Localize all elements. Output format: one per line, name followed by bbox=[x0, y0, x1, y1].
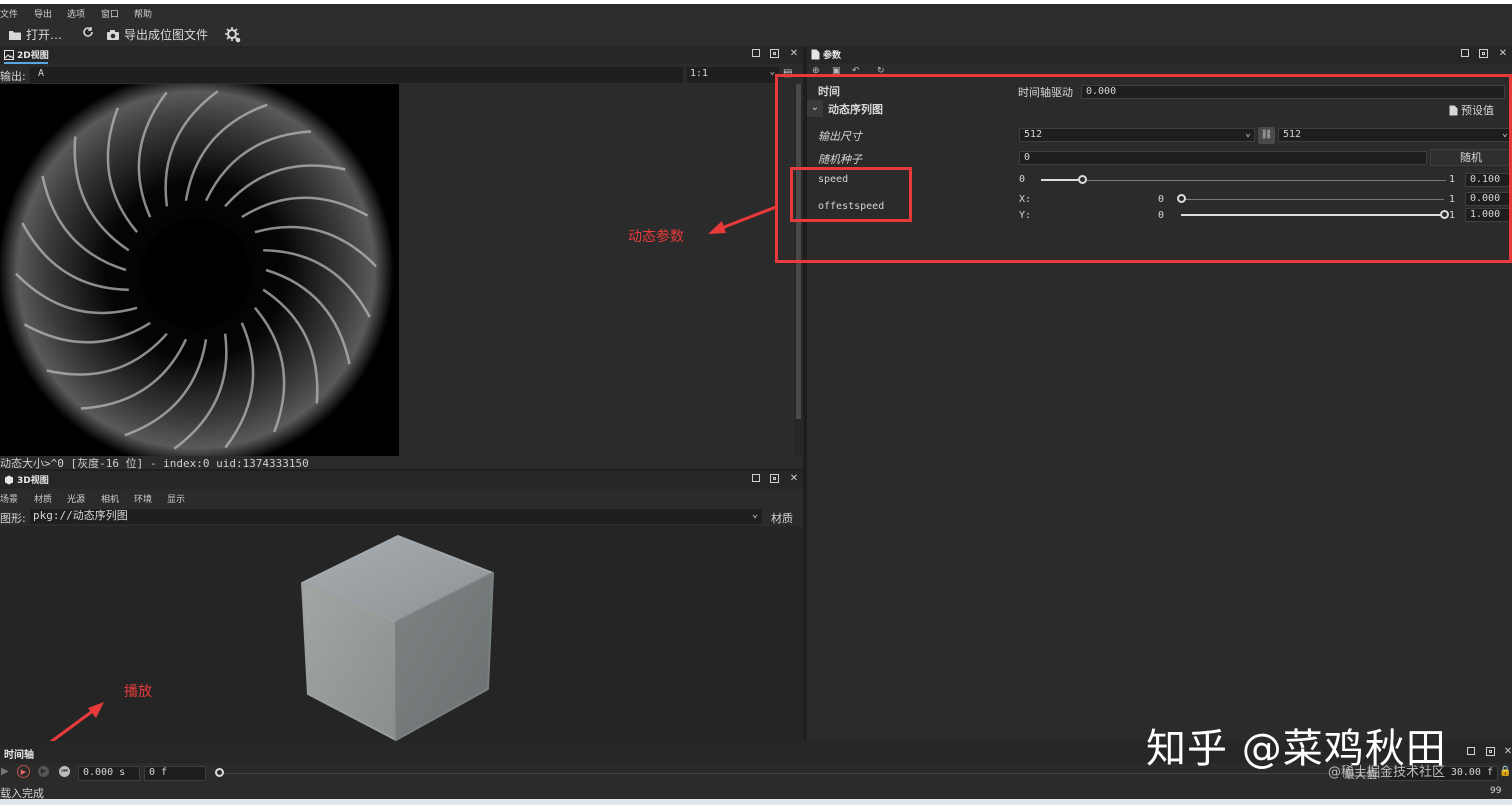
timeline-float-button[interactable] bbox=[1465, 746, 1477, 758]
panel-3d-title[interactable]: 3D视图 bbox=[4, 473, 49, 486]
record-play-icon[interactable]: ▶ bbox=[17, 765, 30, 778]
swirl-texture-image bbox=[0, 84, 399, 456]
panel-3d-maximize-button[interactable] bbox=[768, 473, 780, 485]
status-right: 99 bbox=[1490, 786, 1502, 796]
timeline-close-button[interactable]: ✕ bbox=[1502, 746, 1512, 758]
view3d-tabs: 场景 材质 光源 相机 环境 显示 bbox=[0, 489, 803, 507]
statusbar: 载入完成 99 bbox=[0, 785, 1512, 800]
panel-3d-close-button[interactable]: ✕ bbox=[788, 473, 800, 485]
time-input[interactable]: 0.000 s bbox=[78, 766, 140, 781]
tab-display[interactable]: 显示 bbox=[167, 492, 185, 505]
camera-icon bbox=[107, 29, 119, 40]
panel-2d-header: 2D视图 ✕ bbox=[0, 46, 803, 64]
watermark-juejin: @稀土掘金技术社区 bbox=[1328, 765, 1446, 780]
timeline-playhead[interactable] bbox=[215, 768, 224, 777]
shape-select[interactable]: pkg://动态序列图 ⌄ bbox=[30, 509, 762, 524]
tab-scene[interactable]: 场景 bbox=[0, 492, 18, 505]
panel-params-close-button[interactable]: ✕ bbox=[1497, 48, 1509, 60]
menubar: 文件 导出 选项 窗口 帮助 bbox=[0, 0, 1512, 22]
rewind-icon[interactable]: ⏮ bbox=[59, 766, 70, 777]
view3d-canvas[interactable] bbox=[0, 526, 803, 741]
lock-icon[interactable]: 🔒 bbox=[1499, 766, 1511, 777]
panel-3d-header: 3D视图 ✕ bbox=[0, 471, 803, 489]
panel-params-header: 参数 ✕ bbox=[807, 46, 1512, 64]
settings-button[interactable] bbox=[224, 26, 242, 44]
play-icon[interactable]: ▶ bbox=[1, 766, 9, 777]
annotation-arrow-params-icon bbox=[708, 205, 777, 234]
export-bitmap-button[interactable]: 导出成位图文件 bbox=[106, 26, 208, 43]
output-select[interactable]: A bbox=[30, 67, 683, 83]
timeline-title[interactable]: 时间轴 bbox=[4, 746, 34, 761]
panel-params-title[interactable]: 参数 bbox=[811, 48, 841, 61]
chevron-down-icon: ⌄ bbox=[751, 509, 758, 520]
shape-row: 图形: pkg://动态序列图 ⌄ 材质 bbox=[0, 507, 803, 526]
document-icon bbox=[811, 49, 820, 60]
refresh-icon bbox=[83, 27, 93, 37]
shape-label: 图形: bbox=[0, 512, 26, 525]
cube-preview bbox=[301, 535, 494, 741]
panel-2d-close-button[interactable]: ✕ bbox=[788, 48, 800, 60]
panel-3d-float-button[interactable] bbox=[750, 473, 762, 485]
panel-params-float-button[interactable] bbox=[1459, 48, 1471, 60]
output-label: 输出: bbox=[0, 70, 26, 83]
timeline-maximize-button[interactable] bbox=[1484, 746, 1496, 758]
menu-window[interactable]: 窗口 bbox=[101, 7, 119, 20]
taskbar-edge bbox=[0, 799, 1512, 805]
cube-icon bbox=[5, 475, 13, 484]
refresh-button[interactable] bbox=[82, 26, 94, 38]
menu-file[interactable]: 文件 bbox=[0, 7, 18, 20]
annotation-dynamic-params: 动态参数 bbox=[628, 229, 684, 245]
tab-light[interactable]: 光源 bbox=[67, 492, 85, 505]
frame-input[interactable]: 0 f bbox=[144, 766, 206, 781]
zoom-select[interactable]: 1:1 ⌄ bbox=[687, 67, 779, 83]
image-icon bbox=[4, 49, 14, 60]
panel-2d-title[interactable]: 2D视图 bbox=[4, 48, 49, 64]
annotation-play: 播放 bbox=[124, 684, 152, 700]
material-button[interactable]: 材质 bbox=[771, 510, 793, 526]
annotation-box-speed bbox=[790, 167, 912, 222]
toolbar: 打开… 导出成位图文件 bbox=[0, 22, 1512, 46]
folder-icon bbox=[9, 30, 21, 40]
open-label: 打开… bbox=[26, 28, 63, 42]
tab-environment[interactable]: 环境 bbox=[134, 492, 152, 505]
output-row: 输出: A 1:1 ⌄ ▤ bbox=[0, 66, 803, 84]
tab-material[interactable]: 材质 bbox=[34, 492, 52, 505]
export-label: 导出成位图文件 bbox=[124, 28, 209, 42]
view2d-canvas[interactable] bbox=[0, 84, 399, 456]
step-icon[interactable]: ▶ bbox=[38, 766, 49, 777]
gear-icon bbox=[225, 27, 241, 43]
menu-export[interactable]: 导出 bbox=[34, 7, 52, 20]
menu-options[interactable]: 选项 bbox=[67, 7, 85, 20]
tab-camera[interactable]: 相机 bbox=[101, 492, 119, 505]
menu-help[interactable]: 帮助 bbox=[134, 7, 152, 20]
panel-2d-maximize-button[interactable] bbox=[768, 48, 780, 60]
open-button[interactable]: 打开… bbox=[8, 26, 62, 43]
panel-2d-float-button[interactable] bbox=[750, 48, 762, 60]
panel-params-maximize-button[interactable] bbox=[1477, 48, 1489, 60]
